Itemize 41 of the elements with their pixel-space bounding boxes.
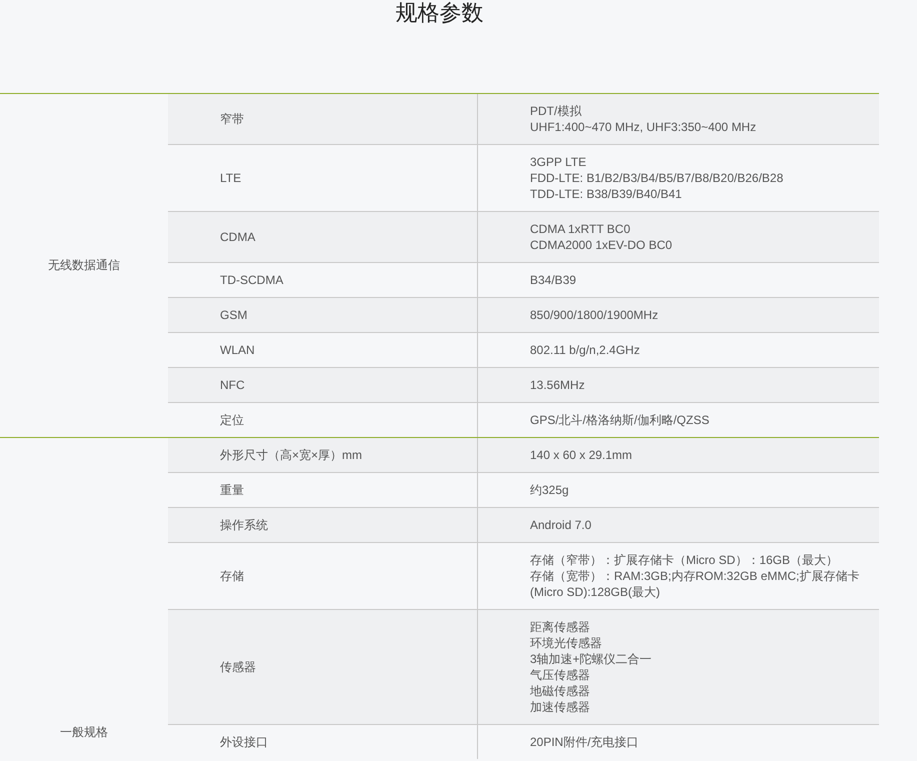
spec-value: Android 7.0 [530, 517, 592, 533]
spec-value: 存储（窄带）：扩展存储卡（Micro SD）：16GB（最大） [530, 552, 840, 568]
spec-value: 存储（宽带）：RAM:3GB;内存ROM:32GB eMMC;扩展存储卡(Micro SD):128GB(最大) [530, 568, 860, 600]
spec-value: PDT/模拟 [530, 103, 582, 119]
spec-value: 气压传感器 [530, 667, 591, 683]
spec-value: 140 x 60 x 29.1mm [530, 447, 634, 463]
spec-name: LTE [220, 171, 242, 185]
spec-name: 操作系统 [220, 516, 268, 534]
spec-value: GPS/北斗/格洛纳斯/伽利略/QZSS [530, 412, 710, 428]
spec-value: 地磁传感器 [530, 683, 591, 699]
spec-value: UHF1:400~470 MHz, UHF3:350~400 MHz [530, 119, 758, 135]
spec-value: B34/B39 [530, 272, 578, 288]
spec-name: 传感器 [220, 658, 256, 676]
spec-value: 802.11 b/g/n,2.4GHz [530, 342, 641, 358]
spec-name: 定位 [220, 412, 244, 428]
spec-name: TD-SCDMA [220, 273, 284, 287]
spec-value: 850/900/1800/1900MHz [530, 307, 660, 323]
page-title: 规格参数 [396, 0, 484, 25]
spec-name: 外形尺寸（高×宽×厚）mm [220, 446, 362, 464]
spec-name: NFC [220, 378, 245, 392]
spec-name: WLAN [220, 343, 255, 357]
spec-name: 窄带 [220, 110, 244, 128]
spec-value: 约325g [530, 482, 570, 498]
spec-name: CDMA [220, 230, 256, 244]
group-label: 无线数据通信 [48, 257, 120, 274]
spec-name: 存储 [220, 568, 244, 584]
spec-value: CDMA2000 1xEV-DO BC0 [530, 237, 674, 253]
spec-name: 外设接口 [220, 734, 268, 750]
spec-value: 13.56MHz [530, 377, 586, 393]
spec-name: 重量 [220, 482, 244, 498]
spec-value: 环境光传感器 [530, 635, 603, 651]
group-label: 一般规格 [60, 724, 108, 741]
spec-value: CDMA 1xRTT BC0 [530, 221, 632, 237]
spec-value: FDD-LTE: B1/B2/B3/B4/B5/B7/B8/B20/B26/B28 [530, 170, 784, 186]
spec-value: TDD-LTE: B38/B39/B40/B41 [530, 186, 683, 202]
spec-value: 距离传感器 [530, 619, 591, 635]
spec-value: 3轴加速+陀螺仪二合一 [530, 651, 653, 667]
spec-value: 20PIN附件/充电接口 [530, 734, 640, 750]
spec-name: GSM [220, 308, 248, 322]
spec-value: 3GPP LTE [530, 154, 588, 170]
spec-value: 加速传感器 [530, 699, 591, 715]
